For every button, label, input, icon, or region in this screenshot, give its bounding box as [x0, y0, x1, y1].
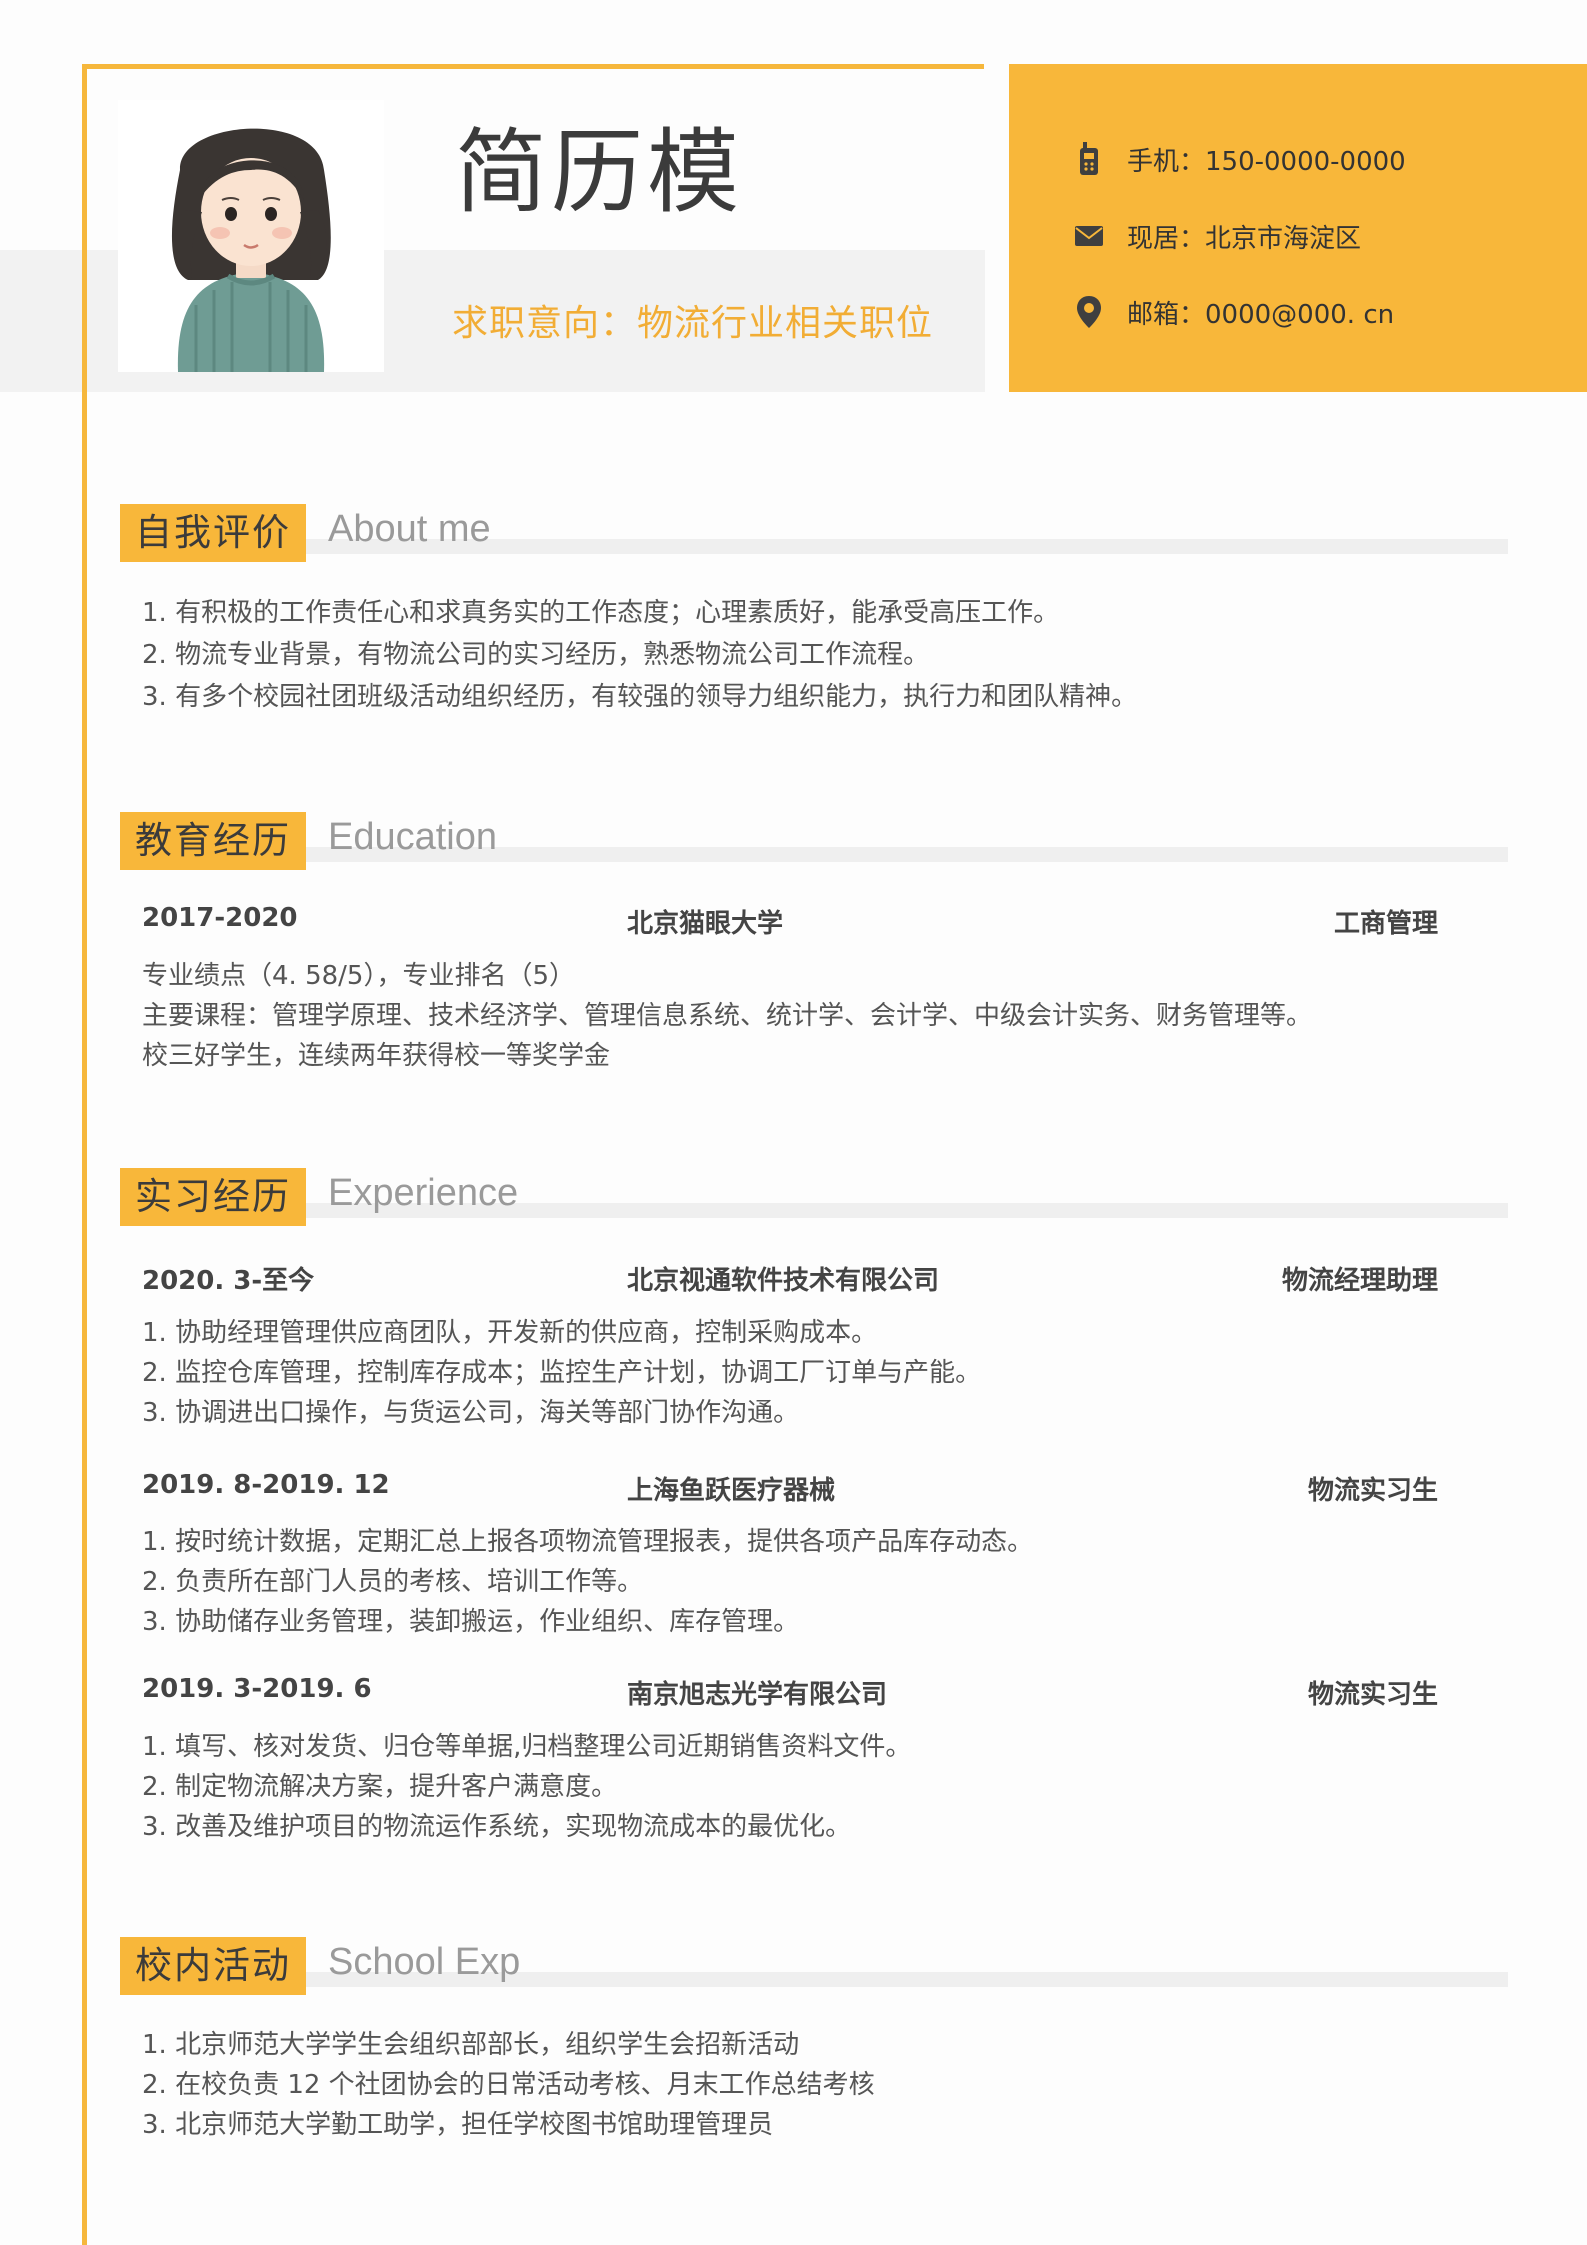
job-role: 物流实习生 — [1307, 1680, 1438, 1710]
job-period: 2020. 3-至今 — [142, 1266, 315, 1296]
job-company: 南京旭志光学有限公司 — [627, 1680, 888, 1710]
job-line: 1. 填写、核对发货、归仓等单据,归档整理公司近期销售资料文件。 — [142, 1732, 912, 1762]
job-line: 2. 监控仓库管理，控制库存成本；监控生产计划，协调工厂订单与产能。 — [142, 1358, 982, 1388]
school-line: 2. 在校负责 12 个社团协会的日常活动考核、月末工作总结考核 — [142, 2070, 875, 2100]
education-school: 北京猫眼大学 — [627, 909, 784, 939]
contact-address-row: 现居：北京市海淀区 — [1069, 214, 1361, 258]
education-row: 2017-2020 北京猫眼大学 工商管理 — [142, 903, 1438, 943]
contact-panel: 手机：150-0000-0000 现居：北京市海淀区 邮箱：0000@000. … — [1009, 64, 1587, 392]
avatar-illustration — [171, 128, 331, 372]
job-line: 2. 负责所在部门人员的考核、培训工作等。 — [142, 1567, 644, 1597]
contact-phone-row: 手机：150-0000-0000 — [1069, 137, 1406, 181]
job-intent: 求职意向：物流行业相关职位 — [452, 303, 934, 344]
contact-email-row: 邮箱：0000@000. cn — [1069, 290, 1394, 334]
contact-address: 现居：北京市海淀区 — [1127, 223, 1362, 254]
mail-icon — [1069, 216, 1109, 256]
section-title-zh: 自我评价 — [120, 504, 306, 562]
job-row: 2020. 3-至今 北京视通软件技术有限公司 物流经理助理 — [142, 1260, 1438, 1300]
job-line: 3. 改善及维护项目的物流运作系统，实现物流成本的最优化。 — [142, 1812, 852, 1842]
job-role: 物流经理助理 — [1281, 1266, 1438, 1296]
frame-left-line — [82, 64, 87, 2245]
section-title-zh: 校内活动 — [120, 1937, 306, 1995]
frame-top-line — [82, 64, 984, 69]
education-line: 主要课程：管理学原理、技术经济学、管理信息系统、统计学、会计学、中级会计实务、财… — [142, 1001, 1313, 1031]
section-header-about: 自我评价 About me — [120, 504, 1508, 562]
job-line: 2. 制定物流解决方案，提升客户满意度。 — [142, 1772, 618, 1802]
section-title-en: Education — [328, 816, 498, 858]
job-row: 2019. 8-2019. 12 上海鱼跃医疗器械 物流实习生 — [142, 1470, 1438, 1510]
contact-phone: 手机：150-0000-0000 — [1127, 146, 1406, 177]
section-title-en: School Exp — [328, 1941, 521, 1983]
section-header-experience: 实习经历 Experience — [120, 1168, 1508, 1226]
job-line: 3. 协助储存业务管理，装卸搬运，作业组织、库存管理。 — [142, 1607, 800, 1637]
job-company: 上海鱼跃医疗器械 — [627, 1476, 836, 1506]
job-period: 2019. 8-2019. 12 — [142, 1470, 390, 1500]
avatar — [118, 100, 384, 372]
about-line: 2. 物流专业背景，有物流公司的实习经历，熟悉物流公司工作流程。 — [142, 640, 930, 670]
school-line: 3. 北京师范大学勤工助学，担任学校图书馆助理管理员 — [142, 2110, 774, 2140]
section-title-zh: 实习经历 — [120, 1168, 306, 1226]
job-row: 2019. 3-2019. 6 南京旭志光学有限公司 物流实习生 — [142, 1674, 1438, 1714]
section-header-school: 校内活动 School Exp — [120, 1937, 1508, 1995]
education-period: 2017-2020 — [142, 903, 298, 933]
section-title-en: About me — [328, 508, 491, 550]
about-line: 1. 有积极的工作责任心和求真务实的工作态度；心理素质好，能承受高压工作。 — [142, 598, 1060, 628]
name-title: 简历模 — [455, 119, 744, 226]
job-line: 3. 协调进出口操作，与货运公司，海关等部门协作沟通。 — [142, 1398, 800, 1428]
education-major: 工商管理 — [1333, 909, 1438, 939]
contact-email: 邮箱：0000@000. cn — [1127, 299, 1395, 330]
job-period: 2019. 3-2019. 6 — [142, 1674, 372, 1704]
education-line: 校三好学生，连续两年获得校一等奖学金 — [142, 1041, 611, 1071]
job-role: 物流实习生 — [1307, 1476, 1438, 1506]
education-line: 专业绩点（4. 58/5），专业排名（5） — [142, 961, 575, 991]
section-title-zh: 教育经历 — [120, 812, 306, 870]
section-header-education: 教育经历 Education — [120, 812, 1508, 870]
phone-icon — [1069, 139, 1109, 179]
section-title-en: Experience — [328, 1172, 519, 1214]
about-line: 3. 有多个校园社团班级活动组织经历，有较强的领导力组织能力，执行力和团队精神。 — [142, 682, 1138, 712]
job-company: 北京视通软件技术有限公司 — [627, 1266, 940, 1296]
school-line: 1. 北京师范大学学生会组织部部长，组织学生会招新活动 — [142, 2030, 800, 2060]
location-pin-icon — [1069, 292, 1109, 332]
job-line: 1. 按时统计数据，定期汇总上报各项物流管理报表，提供各项产品库存动态。 — [142, 1527, 1034, 1557]
job-line: 1. 协助经理管理供应商团队，开发新的供应商，控制采购成本。 — [142, 1318, 878, 1348]
